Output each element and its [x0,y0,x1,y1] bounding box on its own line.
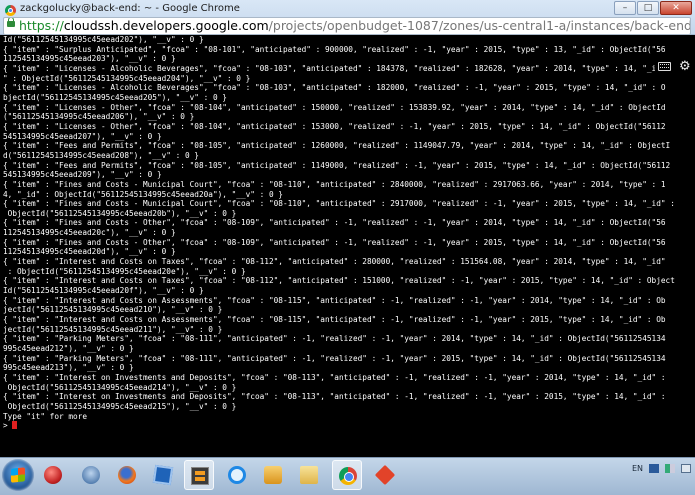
terminal-line: 545134995c45eead209"), "__v" : 0 } [3,170,162,180]
thunderbird-icon[interactable] [76,460,106,490]
terminal-prompt[interactable]: > [3,421,12,430]
virtualbox-icon[interactable] [148,460,178,490]
terminal-line: Id("56112545134995c45eead202"), "__v" : … [3,35,204,44]
terminal-line: { "item" : "Interest and Costs on Assess… [3,315,666,325]
terminal-line: : ObjectId("56112545134995c45eead20e"), … [3,266,246,276]
terminal-line: ObjectId("56112545134995c45eead20b"), "_… [3,208,237,218]
terminal-line: { "item" : "Fees and Permits", "fcoa" : … [3,141,671,151]
terminal-line: ("56112545134995c45eead206"), "__v" : 0 … [3,112,195,122]
terminal-line: 112545134995c45eead203"), "__v" : 0 } [3,54,176,64]
close-button[interactable]: ✕ [660,1,692,15]
url-path: /projects/openbudget-1087/zones/us-centr… [268,18,691,33]
terminal-line: bjectId("56112545134995c45eead205"), "__… [3,92,227,102]
terminal-line: ObjectId("56112545134995c45eead214"), "_… [3,382,237,392]
terminal-line: 995c45eead213"), "__v" : 0 } [3,363,134,373]
explorer-icon[interactable] [294,460,324,490]
system-tray: EN [632,464,691,473]
terminal-line: 995c45eead212"), "__v" : 0 } [3,344,134,353]
media-player-icon[interactable] [258,460,288,490]
terminal-line: Type "it" for more [3,411,87,421]
terminal-line: ObjectId("56112545134995c45eead215"), "_… [3,401,237,411]
git-icon[interactable] [370,460,400,490]
chrome-logo-icon [5,5,16,16]
terminal-line: { "item" : "Fines and Costs - Municipal … [3,199,675,209]
terminal-line: 112545134995c45eead20c"), "__v" : 0 } [3,228,176,238]
keyboard-icon[interactable] [658,62,671,71]
maximize-button[interactable]: □ [637,1,659,15]
network-icon[interactable] [665,464,675,473]
terminal-line: " : ObjectId("56112545134995c45eead204")… [3,73,251,83]
gear-icon[interactable]: ⚙ [679,60,691,73]
terminal-line: Id("56112545134995c45eead20f"), "__v" : … [3,286,204,296]
terminal-output: Id("56112545134995c45eead202"), "__v" : … [0,35,695,431]
url-text[interactable]: https://cloudssh.developers.google.com/p… [19,18,691,34]
volume-icon[interactable] [681,464,691,473]
terminal-toolbar: ⚙ [655,57,695,77]
chrome-icon[interactable] [332,460,362,490]
terminal-line: { "item" : "Interest on Investments and … [3,372,666,382]
terminal-line: { "item" : "Licenses - Alcoholic Beverag… [3,83,666,93]
windows-taskbar: EN [0,457,695,495]
address-bar[interactable]: https://cloudssh.developers.google.com/p… [3,17,691,35]
terminal-line: jectId("56112545134995c45eead211"), "__v… [3,324,223,334]
terminal-line: { "item" : "Interest on Investments and … [3,392,666,402]
window-controls: – □ ✕ [614,1,692,15]
terminal-line: 4, "_id" : ObjectId("56112545134995c45ee… [3,189,283,199]
action-center-icon[interactable] [649,464,659,473]
terminal-line: { "item" : "Fines and Costs - Other", "f… [3,237,666,247]
sublime-icon[interactable] [184,460,214,490]
ssh-terminal[interactable]: Id("56112545134995c45eead202"), "__v" : … [0,35,695,457]
terminal-line: { "item" : "Fines and Costs - Other", "f… [3,218,666,228]
terminal-line: 545134995c45eead207"), "__v" : 0 } [3,131,162,141]
language-indicator[interactable]: EN [632,464,643,473]
start-button[interactable] [2,459,34,491]
terminal-line: { "item" : "Licenses - Other", "fcoa" : … [3,102,666,112]
terminal-line: { "item" : "Fines and Costs - Municipal … [3,179,666,189]
terminal-line: 112545134995c45eead20d"), "__v" : 0 } [3,247,176,257]
terminal-line: { "item" : "Interest and Costs on Taxes"… [3,276,675,286]
url-scheme: https:// [19,18,64,33]
terminal-line: { "item" : "Fees and Permits", "fcoa" : … [3,160,671,170]
window-titlebar[interactable]: zackgolucky@back-end: ~ - Google Chrome … [0,0,695,35]
terminal-line: d("56112545134995c45eead208"), "__v" : 0… [3,150,199,160]
terminal-line: { "item" : "Interest and Costs on Assess… [3,295,666,305]
terminal-line: { "item" : "Parking Meters", "fcoa" : "0… [3,334,666,344]
firefox-icon[interactable] [112,460,142,490]
lock-icon[interactable] [7,18,15,27]
window-title: zackgolucky@back-end: ~ - Google Chrome [20,3,240,14]
terminal-line: { "item" : "Surplus Anticipated", "fcoa"… [3,44,666,54]
ruby-icon[interactable] [38,460,68,490]
terminal-line: { "item" : "Parking Meters", "fcoa" : "0… [3,353,666,363]
terminal-cursor [12,421,18,430]
terminal-line: { "item" : "Interest and Costs on Taxes"… [3,257,666,267]
terminal-line: { "item" : "Licenses - Other", "fcoa" : … [3,121,666,131]
minimize-button[interactable]: – [614,1,636,15]
terminal-line: jectId("56112545134995c45eead210"), "__v… [3,305,223,315]
url-host: cloudssh.developers.google.com [63,18,269,33]
ie-icon[interactable] [222,460,252,490]
terminal-line: { "item" : "Licenses - Alcoholic Beverag… [3,63,661,73]
